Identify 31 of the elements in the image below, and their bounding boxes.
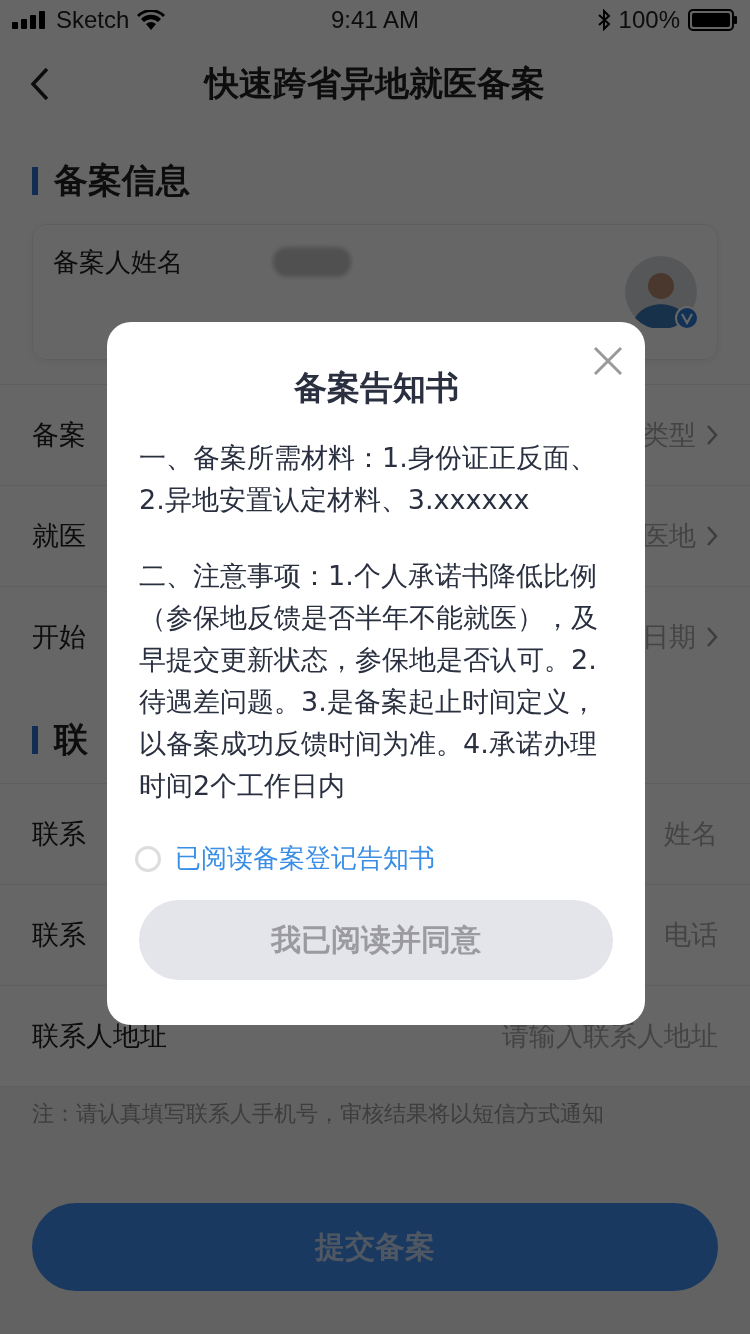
- page-title: 快速跨省异地就医备案: [205, 62, 545, 105]
- bluetooth-icon: [596, 9, 611, 31]
- section-marker: [32, 167, 38, 195]
- back-icon[interactable]: [30, 67, 50, 101]
- status-time: 9:41 AM: [329, 6, 421, 34]
- battery-icon: [688, 9, 738, 31]
- field-label: 就医: [32, 519, 86, 553]
- notice-paragraph: 二、注意事项：1.个人承诺书降低比例（参保地反馈是否半年不能就医），及早提交更新状态，参保地是否认可。2.待遇差问题。3.是备案起止时间定义，以备案成功反馈时间为准。4.承诺办理时间2个工作日内: [139, 559, 599, 803]
- chevron-icon: [706, 525, 718, 547]
- chevron-icon: [706, 424, 718, 446]
- wifi-icon: [137, 10, 166, 30]
- field-label: 开始: [32, 620, 86, 654]
- close-icon[interactable]: [593, 346, 623, 376]
- avatar: [625, 256, 697, 328]
- verified-icon: [675, 306, 699, 330]
- section-title: 联: [54, 718, 88, 761]
- field-label: 备案: [32, 418, 86, 452]
- dialog-title: 备案告知书: [292, 367, 460, 409]
- agree-radio[interactable]: [135, 845, 161, 872]
- battery-percent: 100%: [618, 6, 680, 34]
- section-marker: [32, 726, 38, 754]
- carrier-name: Sketch: [56, 6, 130, 34]
- agree-label[interactable]: 已阅读备案登记告知书: [175, 841, 435, 876]
- notice-paragraph: 一、备案所需材料：1.身份证正反面、2.异地安置认定材料、3.xxxxxx: [139, 441, 598, 517]
- section-title: 备案信息: [54, 159, 190, 202]
- field-label: 联系: [32, 918, 86, 952]
- field-label: 联系: [32, 817, 86, 851]
- chevron-icon: [706, 626, 718, 648]
- field-label: 联系人地址: [32, 1019, 167, 1053]
- info-label: 备案人姓名: [53, 245, 183, 279]
- signal-icon: [12, 11, 48, 29]
